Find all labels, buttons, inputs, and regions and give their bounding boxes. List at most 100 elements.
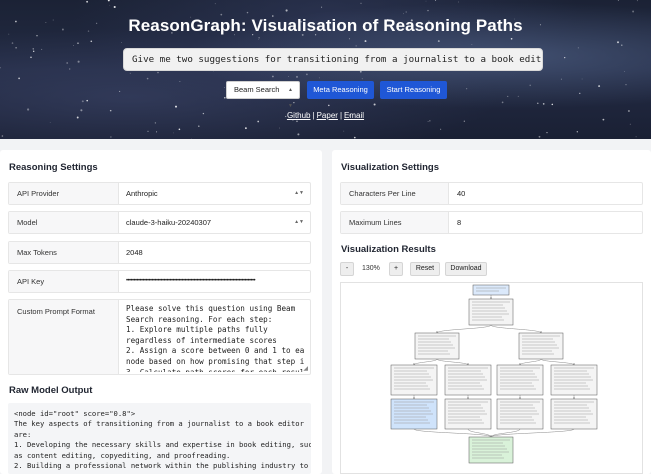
star bbox=[629, 123, 631, 125]
star bbox=[175, 105, 177, 108]
model-row[interactable]: Model claude-3-haiku-20240307 ▲▼ bbox=[8, 211, 311, 234]
star bbox=[501, 101, 504, 104]
graph-edge bbox=[490, 428, 575, 438]
graph-node[interactable] bbox=[472, 284, 510, 296]
email-link[interactable]: Email bbox=[344, 111, 364, 120]
chars-per-line-row: Characters Per Line 40 bbox=[340, 182, 643, 205]
max-lines-label: Maximum Lines bbox=[341, 212, 449, 233]
max-tokens-input[interactable]: 2048 bbox=[126, 242, 306, 263]
reset-button[interactable]: Reset bbox=[410, 262, 440, 276]
star bbox=[364, 40, 367, 43]
star bbox=[129, 72, 131, 74]
star bbox=[560, 78, 562, 80]
graph-node[interactable] bbox=[390, 398, 438, 430]
question-input[interactable]: Give me two suggestions for transitionin… bbox=[123, 48, 543, 71]
graph-node[interactable] bbox=[468, 298, 514, 326]
max-lines-input[interactable]: 8 bbox=[457, 212, 637, 233]
star bbox=[66, 62, 69, 64]
star bbox=[33, 50, 35, 52]
start-reasoning-button[interactable]: Start Reasoning bbox=[380, 81, 447, 99]
star bbox=[328, 104, 330, 107]
github-link[interactable]: Github bbox=[287, 111, 311, 120]
star bbox=[403, 13, 404, 15]
star bbox=[463, 120, 465, 122]
reasoning-graph-canvas[interactable] bbox=[340, 282, 643, 474]
star bbox=[343, 130, 345, 132]
graph-node[interactable] bbox=[414, 332, 460, 360]
star bbox=[246, 11, 249, 14]
star bbox=[1, 135, 4, 137]
chevron-updown-icon: ▲▼ bbox=[288, 87, 293, 109]
reasoning-settings-title: Reasoning Settings bbox=[9, 162, 98, 173]
star bbox=[11, 42, 14, 44]
star bbox=[257, 120, 260, 123]
star bbox=[15, 47, 17, 49]
header-links: Github | Paper | Email bbox=[0, 111, 651, 120]
star bbox=[517, 95, 519, 97]
api-provider-row[interactable]: API Provider Anthropic ▲▼ bbox=[8, 182, 311, 205]
graph-node[interactable] bbox=[444, 398, 492, 430]
hero-banner: ReasonGraph: Visualisation of Reasoning … bbox=[0, 0, 651, 139]
graph-node[interactable] bbox=[550, 364, 598, 396]
graph-edge bbox=[490, 324, 542, 334]
api-key-label: API Key bbox=[9, 271, 119, 292]
download-button[interactable]: Download bbox=[445, 262, 487, 276]
star bbox=[119, 90, 121, 92]
graph-node[interactable] bbox=[550, 398, 598, 430]
graph-node-box bbox=[518, 332, 564, 360]
zoom-out-button[interactable]: - bbox=[340, 262, 354, 276]
meta-reasoning-button[interactable]: Meta Reasoning bbox=[307, 81, 374, 99]
custom-prompt-row: Custom Prompt Format Please solve this q… bbox=[8, 299, 311, 375]
star bbox=[458, 1, 459, 3]
star bbox=[425, 0, 427, 2]
star bbox=[318, 77, 320, 79]
star bbox=[214, 3, 216, 5]
paper-link[interactable]: Paper bbox=[317, 111, 338, 120]
star bbox=[110, 136, 112, 138]
star bbox=[81, 100, 84, 103]
resize-handle-icon[interactable]: ◢ bbox=[303, 365, 308, 372]
star bbox=[353, 136, 356, 139]
star bbox=[146, 77, 149, 80]
graph-node[interactable] bbox=[390, 364, 438, 396]
graph-node[interactable] bbox=[468, 436, 514, 464]
star bbox=[224, 87, 225, 88]
star bbox=[295, 75, 299, 78]
custom-prompt-textarea[interactable]: Please solve this question using Beam Se… bbox=[126, 304, 304, 372]
model-select[interactable]: claude-3-haiku-20240307 bbox=[126, 212, 296, 233]
reasoning-method-select[interactable]: Beam Search ▲ ▼ bbox=[226, 81, 300, 109]
star bbox=[537, 102, 539, 105]
star bbox=[109, 4, 111, 6]
graph-node[interactable] bbox=[518, 332, 564, 360]
star bbox=[427, 9, 429, 12]
star bbox=[360, 2, 362, 4]
star bbox=[49, 122, 51, 123]
api-key-input[interactable]: ••••••••••••••••••••••••••••••••••••••••… bbox=[126, 271, 308, 292]
star bbox=[581, 78, 583, 80]
star bbox=[632, 10, 635, 13]
graph-node[interactable] bbox=[496, 398, 544, 430]
graph-node[interactable] bbox=[444, 364, 492, 396]
raw-output-title: Raw Model Output bbox=[9, 385, 93, 396]
custom-prompt-label: Custom Prompt Format bbox=[9, 300, 119, 374]
star bbox=[288, 76, 289, 77]
zoom-in-button[interactable]: + bbox=[389, 262, 403, 276]
graph-edge bbox=[540, 358, 575, 366]
chars-per-line-input[interactable]: 40 bbox=[457, 183, 637, 204]
graph-edge bbox=[436, 324, 492, 334]
api-provider-label: API Provider bbox=[9, 183, 119, 204]
star bbox=[546, 131, 548, 134]
star bbox=[107, 0, 110, 2]
raw-output-box[interactable]: <node id="root" score="0.8"> The key asp… bbox=[8, 403, 311, 474]
model-label: Model bbox=[9, 212, 119, 233]
api-provider-select[interactable]: Anthropic bbox=[126, 183, 296, 204]
graph-node[interactable] bbox=[496, 364, 544, 396]
graph-node-box bbox=[414, 332, 460, 360]
visualization-panel: Visualization Settings Characters Per Li… bbox=[332, 150, 651, 474]
star bbox=[437, 40, 440, 43]
reasoning-graph bbox=[390, 284, 598, 464]
star bbox=[471, 44, 473, 45]
star bbox=[258, 39, 260, 40]
star bbox=[577, 47, 579, 49]
star bbox=[73, 45, 74, 46]
